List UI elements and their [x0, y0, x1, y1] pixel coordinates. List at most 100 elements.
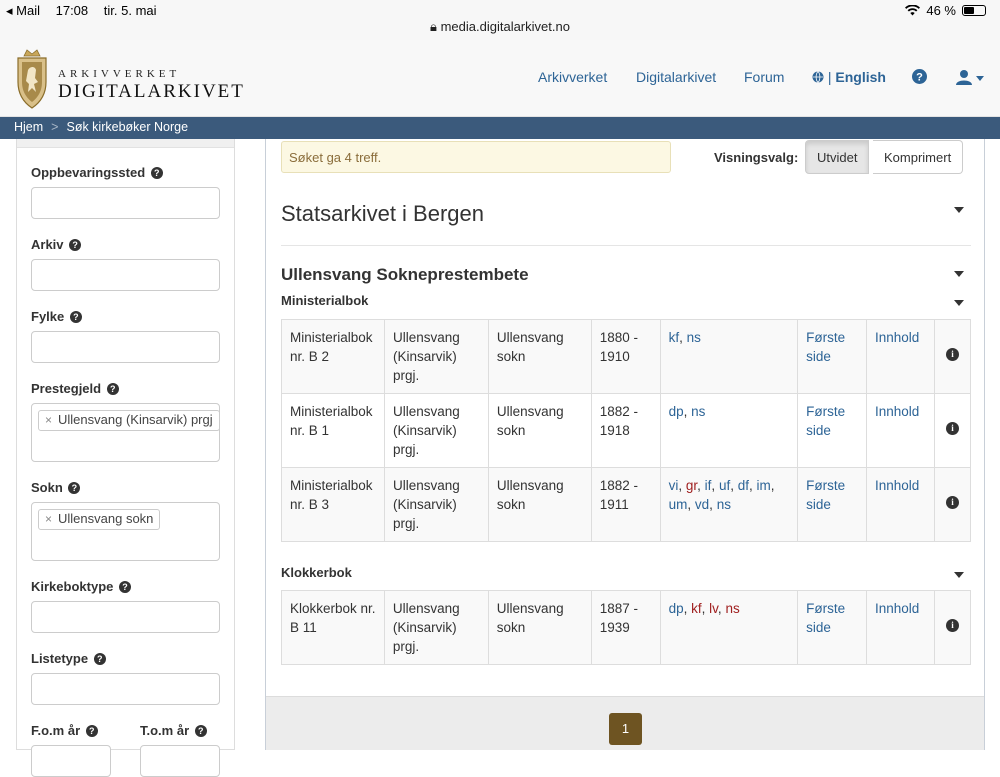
caret-down-icon — [976, 76, 985, 81]
listtype-link[interactable]: ns — [687, 330, 701, 345]
breadcrumb-home[interactable]: Hjem — [14, 120, 43, 134]
table-row: Ministerialbok nr. B 2 Ullensvang (Kinsa… — [281, 319, 972, 394]
language-label: English — [835, 69, 886, 85]
info-cell: i — [933, 393, 972, 468]
listtype-link[interactable]: if — [705, 478, 712, 493]
collapse-office-icon[interactable] — [954, 271, 964, 277]
logo-text-bottom[interactable]: DIGITALARKIVET — [58, 81, 245, 103]
listtype-link[interactable]: uf — [719, 478, 730, 493]
results-panel: Søket ga 4 treff. Visningsvalg: Utvidet … — [265, 139, 985, 750]
info-icon[interactable]: i — [945, 422, 959, 435]
lock-icon: 🔒︎ — [430, 19, 437, 34]
first-page-link[interactable]: Første side — [806, 601, 845, 635]
results-table-klokkerbok: Klokkerbok nr. B 11 Ullensvang (Kinsarvi… — [281, 590, 972, 665]
group-heading-klokkerbok[interactable]: Klokkerbok — [281, 565, 352, 580]
years-cell: 1882 - 1911 — [590, 467, 661, 542]
filter-sidebar: Oppbevaringssted ? Arkiv ? Fylke ? Prest… — [16, 139, 235, 777]
listtype-link[interactable]: im — [757, 478, 771, 493]
fylke-input[interactable] — [31, 331, 220, 363]
question-icon[interactable]: ? — [119, 581, 131, 593]
question-icon[interactable]: ? — [150, 167, 163, 179]
logo-text-top[interactable]: ARKIVVERKET — [58, 68, 180, 80]
listetype-input[interactable] — [31, 673, 220, 705]
address-bar[interactable]: 🔒︎ media.digitalarkivet.no — [0, 19, 1000, 35]
book-name: Ministerialbok nr. B 1 — [281, 393, 385, 468]
question-icon[interactable]: ? — [69, 239, 82, 251]
remove-icon[interactable]: × — [45, 413, 52, 427]
content-cell: Innhold — [866, 590, 935, 665]
help-icon[interactable]: ? — [912, 69, 927, 84]
arkiv-input[interactable] — [31, 259, 220, 291]
first-page-cell: Første side — [797, 319, 868, 394]
listtype-link[interactable]: dp — [669, 601, 684, 616]
prestegjeld-select[interactable]: × Ullensvang (Kinsarvik) prgj — [31, 403, 220, 462]
first-page-link[interactable]: Første side — [806, 404, 845, 438]
collapse-group-icon[interactable] — [954, 572, 964, 578]
content-cell: Innhold — [866, 467, 935, 542]
listtype-link[interactable]: lv — [709, 601, 718, 616]
listtype-link[interactable]: gr — [686, 478, 697, 493]
office-heading[interactable]: Ullensvang Sokneprestembete — [281, 265, 529, 285]
question-icon[interactable]: ? — [106, 383, 119, 395]
listtype-link[interactable]: ns — [725, 601, 739, 616]
question-icon[interactable]: ? — [93, 653, 106, 665]
info-icon[interactable]: i — [945, 496, 959, 509]
content-link[interactable]: Innhold — [875, 404, 919, 419]
sokn-cell: Ullensvang sokn — [487, 319, 592, 394]
view-options-label: Visningsvalg: — [714, 150, 799, 165]
first-page-cell: Første side — [797, 590, 868, 665]
collapse-archive-icon[interactable] — [954, 207, 964, 213]
nav-digitalarkivet[interactable]: Digitalarkivet — [636, 69, 716, 85]
collapse-group-icon[interactable] — [954, 300, 964, 306]
view-expanded-button[interactable]: Utvidet — [805, 140, 870, 174]
coat-of-arms-icon[interactable] — [14, 48, 50, 110]
page-1-button[interactable]: 1 — [609, 713, 642, 745]
info-icon[interactable]: i — [945, 619, 959, 632]
content-link[interactable]: Innhold — [875, 478, 919, 493]
first-page-link[interactable]: Første side — [806, 330, 845, 364]
view-compact-button[interactable]: Komprimert — [873, 140, 964, 174]
listtype-link[interactable]: vd — [695, 497, 709, 512]
listtype-cell: vi, gr, if, uf, df, im, um, vd, ns — [659, 467, 799, 542]
selected-tag-prestegjeld[interactable]: × Ullensvang (Kinsarvik) prgj — [38, 410, 219, 431]
listtype-link[interactable]: um — [669, 497, 688, 512]
listtype-link[interactable]: vi — [669, 478, 679, 493]
divider — [281, 245, 971, 246]
back-to-mail[interactable]: ◂ Mail — [6, 3, 40, 18]
content-link[interactable]: Innhold — [875, 330, 919, 345]
language-switch[interactable]: | English — [812, 69, 886, 85]
user-menu[interactable] — [956, 69, 985, 90]
group-heading-ministerialbok[interactable]: Ministerialbok — [281, 293, 368, 308]
question-icon[interactable]: ? — [194, 725, 207, 737]
status-bar: ◂ Mail 17:08 tir. 5. mai 🔒︎ media.digita… — [0, 0, 1000, 40]
book-name: Ministerialbok nr. B 2 — [281, 319, 385, 394]
user-icon — [956, 70, 972, 85]
nav-forum[interactable]: Forum — [744, 69, 784, 85]
remove-icon[interactable]: × — [45, 512, 52, 526]
kirkeboktype-input[interactable] — [31, 601, 220, 633]
first-page-link[interactable]: Første side — [806, 478, 845, 512]
archive-heading[interactable]: Statsarkivet i Bergen — [281, 201, 484, 227]
info-icon[interactable]: i — [945, 348, 959, 361]
result-count-alert: Søket ga 4 treff. — [281, 141, 671, 173]
results-table-ministerialbok: Ministerialbok nr. B 2 Ullensvang (Kinsa… — [281, 319, 972, 542]
wifi-icon — [905, 5, 921, 16]
sokn-select[interactable]: × Ullensvang sokn — [31, 502, 220, 561]
listtype-link[interactable]: kf — [691, 601, 702, 616]
question-icon[interactable]: ? — [85, 725, 98, 737]
content-link[interactable]: Innhold — [875, 601, 919, 616]
nav-arkivverket[interactable]: Arkivverket — [538, 69, 607, 85]
years-cell: 1880 - 1910 — [590, 319, 661, 394]
listtype-link[interactable]: ns — [717, 497, 731, 512]
listtype-link[interactable]: ns — [691, 404, 705, 419]
listtype-link[interactable]: kf — [669, 330, 680, 345]
listtype-link[interactable]: df — [738, 478, 749, 493]
prestegjeld-cell: Ullensvang (Kinsarvik) prgj. — [383, 467, 489, 542]
listtype-link[interactable]: dp — [669, 404, 684, 419]
oppbevaringssted-input[interactable] — [31, 187, 220, 219]
question-icon[interactable]: ? — [69, 311, 82, 323]
breadcrumb: Hjem > Søk kirkebøker Norge — [0, 117, 1000, 139]
filter-label-tom: T.o.m år ? — [140, 723, 207, 738]
question-icon[interactable]: ? — [68, 482, 81, 494]
selected-tag-sokn[interactable]: × Ullensvang sokn — [38, 509, 161, 530]
